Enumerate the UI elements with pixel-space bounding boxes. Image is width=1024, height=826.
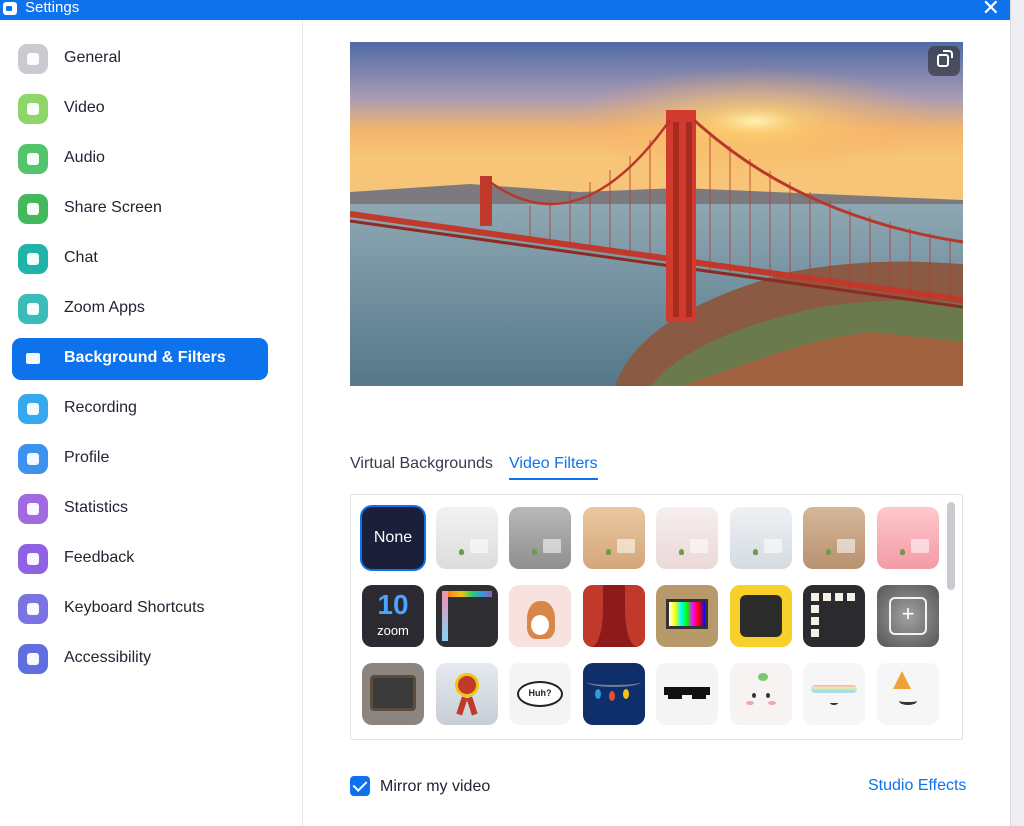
sidebar-item-statistics[interactable]: Statistics <box>12 488 268 530</box>
filter-zoom-10[interactable]: 10 zoom <box>362 585 424 647</box>
filter-none-label: None <box>373 529 413 546</box>
zoom-10-word: zoom <box>377 623 409 638</box>
zoom-app-icon <box>3 2 17 15</box>
share-screen-icon <box>18 194 48 224</box>
sidebar-item-label: Audio <box>64 149 105 166</box>
sidebar-item-label: Video <box>64 99 105 116</box>
filter-light-room[interactable] <box>730 507 792 569</box>
window-edge <box>1010 0 1024 826</box>
filter-rainbow-face[interactable] <box>803 663 865 725</box>
record-icon <box>18 394 48 424</box>
accessibility-icon <box>18 644 48 674</box>
filter-ribbon-badge[interactable] <box>436 663 498 725</box>
sidebar-item-video[interactable]: Video <box>12 88 268 130</box>
window-title: Settings <box>25 0 80 16</box>
sidebar-item-label: Share Screen <box>64 199 162 216</box>
tab-virtual-backgrounds[interactable]: Virtual Backgrounds <box>350 455 493 473</box>
sidebar-item-zoom-apps[interactable]: Zoom Apps <box>12 288 268 330</box>
keyboard-icon <box>18 594 48 624</box>
headphones-icon <box>18 144 48 174</box>
filter-tan-room[interactable] <box>583 507 645 569</box>
mirror-video-checkbox[interactable] <box>350 776 370 796</box>
sidebar-item-label: Background & Filters <box>64 349 226 366</box>
sidebar: General Video Audio Share Screen Chat Zoom Ap… <box>0 20 303 826</box>
filter-rainbow-frame[interactable] <box>436 585 498 647</box>
filter-retro-tv[interactable] <box>656 585 718 647</box>
filter-party-hat[interactable] <box>877 663 939 725</box>
filter-film-frame[interactable] <box>803 585 865 647</box>
person-icon <box>18 444 48 474</box>
filter-brown-room[interactable] <box>803 507 865 569</box>
sidebar-item-background-and-filters[interactable]: Background & Filters <box>12 338 268 380</box>
filter-corgi[interactable] <box>509 585 571 647</box>
add-filter-icon[interactable]: + <box>877 585 939 647</box>
bar-chart-icon <box>18 494 48 524</box>
filter-none[interactable]: None <box>362 507 424 569</box>
title-bar: Settings ✕ <box>0 0 1010 20</box>
sidebar-item-keyboard-shortcuts[interactable]: Keyboard Shortcuts <box>12 588 268 630</box>
sidebar-item-label: Statistics <box>64 499 129 516</box>
filters-scrollbar[interactable] <box>947 502 955 590</box>
sidebar-item-label: Keyboard Shortcuts <box>64 599 205 616</box>
sidebar-item-share-screen[interactable]: Share Screen <box>12 188 268 230</box>
sidebar-item-chat[interactable]: Chat <box>12 238 268 280</box>
rotate-icon[interactable] <box>928 46 960 76</box>
sidebar-item-label: Zoom Apps <box>64 299 145 316</box>
background-icon <box>18 344 48 374</box>
video-camera-icon <box>18 94 48 124</box>
sidebar-item-label: Chat <box>64 249 98 266</box>
sidebar-item-recording[interactable]: Recording <box>12 388 268 430</box>
sidebar-item-feedback[interactable]: Feedback <box>12 538 268 580</box>
apps-icon <box>18 294 48 324</box>
filter-old-tv[interactable] <box>362 663 424 725</box>
mirror-video-label: Mirror my video <box>380 778 491 795</box>
studio-effects-link[interactable]: Studio Effects <box>868 777 966 795</box>
tab-video-filters[interactable]: Video Filters <box>509 455 598 480</box>
gear-icon <box>18 44 48 74</box>
video-filters-grid: None 10 zoom + Huh? <box>350 494 963 740</box>
sidebar-item-audio[interactable]: Audio <box>12 138 268 180</box>
sidebar-item-label: Profile <box>64 449 110 466</box>
sidebar-item-profile[interactable]: Profile <box>12 438 268 480</box>
zoom-10-number: 10 <box>377 589 409 620</box>
sidebar-item-label: Recording <box>64 399 137 416</box>
filter-sunglasses[interactable] <box>656 663 718 725</box>
chat-icon <box>18 244 48 274</box>
golden-gate-bridge-image <box>350 42 963 386</box>
filter-emoji-frame[interactable] <box>730 585 792 647</box>
filter-sprout-face[interactable] <box>730 663 792 725</box>
filter-huh-speech[interactable]: Huh? <box>509 663 571 725</box>
sidebar-item-label: Accessibility <box>64 649 152 666</box>
filter-white-room[interactable] <box>436 507 498 569</box>
filter-red-curtain[interactable] <box>583 585 645 647</box>
sidebar-item-label: Feedback <box>64 549 135 566</box>
huh-text: Huh? <box>528 688 552 698</box>
filter-lights[interactable] <box>583 663 645 725</box>
sidebar-item-label: General <box>64 49 121 66</box>
close-icon[interactable]: ✕ <box>982 0 1000 19</box>
filter-pink-room[interactable] <box>656 507 718 569</box>
filter-rose-room[interactable] <box>877 507 939 569</box>
sidebar-item-accessibility[interactable]: Accessibility <box>12 638 268 680</box>
sidebar-item-general[interactable]: General <box>12 38 268 80</box>
filter-gray-room[interactable] <box>509 507 571 569</box>
video-preview <box>350 42 963 386</box>
smiley-icon <box>18 544 48 574</box>
